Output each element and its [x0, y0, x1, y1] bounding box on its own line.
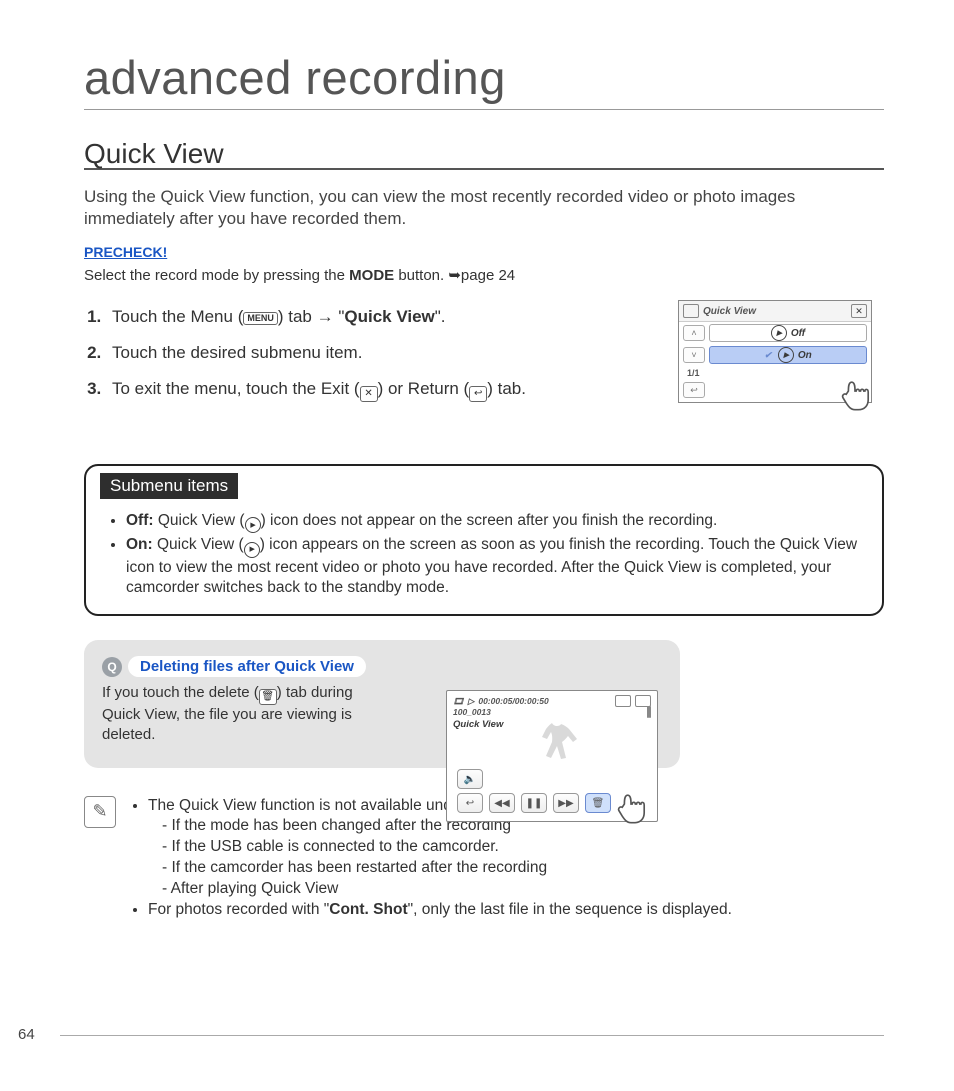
silhouette-figure	[532, 711, 582, 771]
quick-view-icon	[771, 325, 787, 341]
down-arrow-icon: ˅	[683, 347, 705, 363]
check-icon: ✔	[764, 350, 772, 361]
close-icon: ✕	[851, 304, 867, 318]
movie-icon: 🎞	[453, 696, 464, 707]
note-item: After playing Quick View	[162, 879, 732, 900]
section-title: Quick View	[84, 140, 884, 170]
chapter-title: advanced recording	[84, 50, 884, 110]
submenu-on: On: Quick View () icon appears on the sc…	[126, 535, 864, 598]
note-icon: ✎	[84, 796, 116, 828]
timecode: 00:00:05/00:00:50	[478, 696, 548, 706]
submenu-off: Off: Quick View () icon does not appear …	[126, 511, 864, 534]
trash-icon: 🗑	[585, 793, 611, 813]
submenu-heading: Submenu items	[100, 473, 238, 499]
return-icon: ↩	[683, 382, 705, 398]
quick-view-icon	[244, 542, 260, 558]
magnifier-icon: Q	[102, 657, 122, 677]
hand-pointer-icon	[609, 782, 653, 831]
hand-pointer-icon	[833, 369, 877, 416]
note-item: If the USB cable is connected to the cam…	[162, 837, 732, 858]
note-photos: For photos recorded with "Cont. Shot", o…	[148, 900, 732, 921]
page-number: 64	[18, 1026, 35, 1043]
quick-view-icon	[245, 517, 261, 533]
precheck-label: PRECHECK!	[84, 244, 167, 260]
tip-box: Q Deleting files after Quick View If you…	[84, 640, 680, 767]
precheck-text: Select the record mode by pressing the M…	[84, 266, 884, 284]
tip-body: If you touch the delete (🗑) tab during Q…	[102, 683, 372, 745]
card-icon	[615, 695, 631, 707]
note-item: If the camcorder has been restarted afte…	[162, 858, 732, 879]
option-off: Off	[709, 324, 867, 342]
speaker-icon: 🔈	[457, 769, 483, 789]
menu-icon: MENU	[243, 312, 278, 325]
quick-view-menu-illustration: Quick View ✕ ˄ Off ˅ ✔ On 1/1 ↩	[678, 300, 872, 403]
forward-icon: ▶▶	[553, 793, 579, 813]
step-2: Touch the desired submenu item.	[106, 342, 666, 364]
option-on: ✔ On	[709, 346, 867, 364]
camera-icon	[683, 304, 699, 318]
steps-list: Touch the Menu (MENU) tab → "Quick View"…	[84, 306, 666, 402]
trash-icon: 🗑	[259, 689, 277, 705]
return-icon: ↩	[469, 386, 487, 402]
clip-id: 100_0013	[453, 707, 491, 717]
intro-text: Using the Quick View function, you can v…	[84, 186, 884, 230]
playback-illustration: 🎞 ▷ 00:00:05/00:00:50 100_0013 Quick Vie…	[446, 690, 658, 822]
submenu-items-box: Submenu items Off: Quick View () icon do…	[84, 464, 884, 616]
footer-rule	[60, 1035, 884, 1036]
up-arrow-icon: ˄	[683, 325, 705, 341]
exit-icon: ✕	[360, 386, 378, 402]
pause-icon: ❚❚	[521, 793, 547, 813]
tip-title: Deleting files after Quick View	[128, 656, 366, 677]
step-1: Touch the Menu (MENU) tab → "Quick View"…	[106, 306, 666, 328]
quick-view-icon	[778, 347, 794, 363]
return-icon: ↩	[457, 793, 483, 813]
rewind-icon: ◀◀	[489, 793, 515, 813]
qv-title: Quick View	[703, 306, 851, 317]
step-3: To exit the menu, touch the Exit (✕) or …	[106, 378, 666, 402]
indicator-icon	[649, 706, 651, 718]
